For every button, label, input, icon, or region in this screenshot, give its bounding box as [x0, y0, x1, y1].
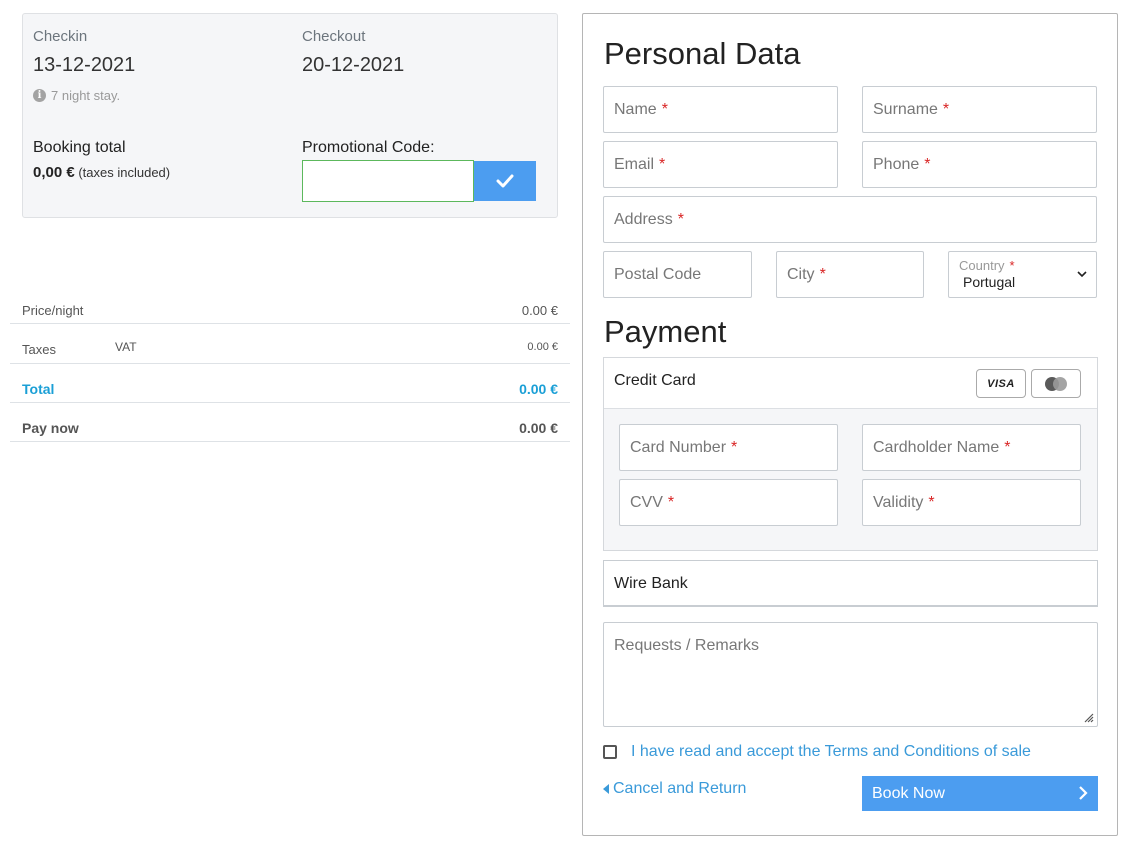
price-night-label: Price/night: [22, 303, 84, 318]
remarks-placeholder: Requests / Remarks: [614, 637, 759, 654]
pay-now-value: 0.00 €: [519, 420, 558, 436]
remarks-textarea[interactable]: Requests / Remarks: [603, 622, 1098, 727]
card-number-placeholder: Card Number: [630, 438, 727, 456]
phone-field[interactable]: Phone *: [862, 141, 1097, 188]
chevron-right-icon: [1079, 786, 1088, 800]
required-mark: *: [667, 493, 675, 511]
chevron-down-icon: [1077, 271, 1087, 278]
check-icon: [496, 174, 514, 188]
payment-title: Payment: [604, 314, 727, 349]
required-mark: *: [731, 438, 738, 456]
country-label-text: Country: [959, 258, 1005, 273]
credit-card-label: Credit Card: [614, 372, 696, 389]
vat-label: VAT: [115, 340, 137, 354]
cardholder-name-placeholder: Cardholder Name: [873, 438, 1000, 456]
total-label: Total: [22, 381, 55, 397]
surname-field[interactable]: Surname *: [862, 86, 1097, 133]
required-mark: *: [942, 100, 950, 118]
visa-text: VISA: [987, 377, 1015, 390]
required-mark: *: [677, 210, 684, 228]
required-mark: *: [924, 155, 931, 173]
mastercard-icon: [1031, 369, 1081, 398]
total-value: 0.00 €: [519, 381, 558, 397]
postal-code-field[interactable]: Postal Code: [603, 251, 752, 298]
resize-grip-icon[interactable]: [1082, 711, 1094, 723]
cancel-label: Cancel and Return: [613, 780, 747, 797]
phone-placeholder: Phone: [873, 155, 920, 173]
taxes-label: Taxes: [22, 342, 56, 357]
taxes-row: Taxes VAT 0.00 €: [10, 324, 570, 364]
required-mark: *: [1004, 438, 1011, 456]
price-summary-table: Price/night 0.00 € Taxes VAT 0.00 € Tota…: [10, 297, 570, 442]
vat-value: 0.00 €: [527, 341, 558, 353]
required-mark: *: [1009, 258, 1015, 273]
terms-link[interactable]: I have read and accept the Terms and Con…: [631, 743, 1031, 761]
cancel-return-link[interactable]: Cancel and Return: [603, 780, 746, 798]
name-placeholder: Name: [614, 100, 657, 118]
visa-card-icon: VISA: [976, 369, 1026, 398]
country-label: Country *: [959, 258, 1015, 273]
card-number-field[interactable]: Card Number *: [619, 424, 838, 471]
promo-code-label: Promotional Code:: [302, 139, 435, 156]
apply-promo-button[interactable]: [474, 161, 536, 201]
pay-now-label: Pay now: [22, 420, 79, 436]
checkin-date: 13-12-2021: [33, 54, 136, 76]
booking-total-amount: 0,00 €: [33, 164, 75, 181]
address-field[interactable]: Address *: [603, 196, 1097, 243]
city-field[interactable]: City *: [776, 251, 924, 298]
country-select[interactable]: Country * Portugal: [948, 251, 1097, 298]
personal-data-title: Personal Data: [604, 36, 801, 71]
required-mark: *: [928, 493, 935, 511]
postal-code-placeholder: Postal Code: [614, 265, 702, 283]
email-field[interactable]: Email *: [603, 141, 838, 188]
email-placeholder: Email: [614, 155, 655, 173]
book-now-label: Book Now: [872, 784, 945, 802]
terms-checkbox[interactable]: [603, 745, 617, 759]
info-circle-icon: i: [33, 89, 46, 102]
required-mark: *: [659, 155, 666, 173]
caret-left-icon: [603, 784, 609, 794]
price-night-value: 0.00 €: [521, 303, 558, 318]
book-now-button[interactable]: Book Now: [862, 776, 1098, 811]
taxes-included-note: (taxes included): [78, 165, 171, 180]
validity-field[interactable]: Validity *: [862, 479, 1081, 526]
address-placeholder: Address: [614, 210, 673, 228]
pay-now-row: Pay now 0.00 €: [10, 403, 570, 442]
nights-text: 7 night stay.: [51, 88, 121, 103]
surname-placeholder: Surname: [873, 100, 938, 118]
cvv-field[interactable]: CVV *: [619, 479, 838, 526]
booking-total-value: 0,00 € (taxes included): [33, 164, 170, 181]
checkin-label: Checkin: [33, 28, 88, 45]
price-night-row: Price/night 0.00 €: [10, 297, 570, 324]
cvv-placeholder: CVV: [630, 493, 663, 511]
required-mark: *: [661, 100, 668, 118]
total-row: Total 0.00 €: [10, 364, 570, 403]
booking-summary-card: Checkin 13-12-2021 Checkout 20-12-2021 i…: [22, 13, 558, 218]
checkout-label: Checkout: [302, 28, 366, 45]
terms-row: I have read and accept the Terms and Con…: [603, 743, 1031, 761]
validity-placeholder: Validity: [873, 493, 924, 511]
required-mark: *: [819, 265, 826, 283]
city-placeholder: City: [787, 265, 815, 283]
promo-code-input[interactable]: [302, 160, 474, 202]
mastercard-circles: [1045, 376, 1067, 391]
credit-card-panel: Credit Card VISA Card Number * Cardholder…: [603, 357, 1098, 551]
cardholder-name-field[interactable]: Cardholder Name *: [862, 424, 1081, 471]
checkout-date: 20-12-2021: [302, 54, 405, 76]
guest-form-card: Personal Data Name * Surname * Email * Phon…: [582, 13, 1118, 836]
credit-card-header[interactable]: Credit Card VISA: [604, 358, 1097, 409]
booking-total-label: Booking total: [33, 139, 126, 156]
wire-bank-label: Wire Bank: [614, 575, 688, 592]
wire-bank-option[interactable]: Wire Bank: [603, 560, 1098, 607]
nights-info: i 7 night stay.: [33, 88, 120, 103]
name-field[interactable]: Name *: [603, 86, 838, 133]
country-value: Portugal: [963, 274, 1016, 290]
